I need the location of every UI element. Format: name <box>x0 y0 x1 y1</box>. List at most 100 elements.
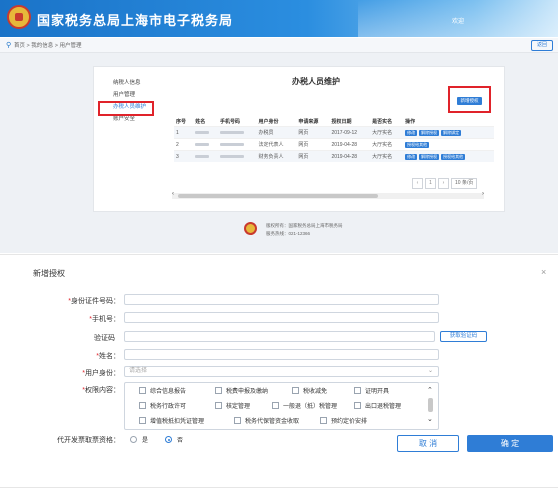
get-code-button[interactable]: 获取验证码 <box>440 331 487 342</box>
cell-identity: 法定代表人 <box>256 138 297 151</box>
cell-realname: 大厅实名 <box>370 138 404 151</box>
invoice-qualification-label: 代开发票取票资格： <box>57 437 120 444</box>
chevron-up-icon[interactable]: ⌃ <box>427 386 433 394</box>
revoke-button[interactable]: 解除授权 <box>419 129 440 136</box>
perm-checkbox[interactable]: 税费申报及缴纳 <box>215 386 268 395</box>
pagination: ‹ 1 › 10 条/页 <box>412 178 478 189</box>
scrollbar-thumb[interactable] <box>178 194 378 198</box>
checkbox-icon[interactable] <box>139 417 146 424</box>
highlight-box-menu <box>98 101 154 116</box>
cell-source: 网页 <box>296 150 330 162</box>
invoice-yes-radio[interactable]: 是 <box>130 435 148 444</box>
permission-label: *权限内容： <box>82 387 120 394</box>
close-icon[interactable]: × <box>541 267 546 277</box>
cancel-button[interactable]: 取 消 <box>397 435 459 452</box>
site-footer: 版权所有：国家税务总局上海市税务局 服务热线：021-12366 <box>0 212 558 253</box>
verification-code-input[interactable] <box>124 331 435 342</box>
verification-code-label: 验证码 <box>94 335 115 342</box>
radio-selected-icon[interactable] <box>165 436 172 443</box>
chevron-down-icon[interactable]: ⌄ <box>427 415 433 423</box>
modify-button[interactable]: 修改 <box>405 153 418 160</box>
invoice-no-radio[interactable]: 否 <box>165 435 183 444</box>
id-number-input[interactable] <box>124 294 439 305</box>
cell-name-redacted <box>193 150 219 162</box>
menu-item-taxpayer-info[interactable]: 纳税人信息 <box>106 77 166 89</box>
cell-phone-redacted <box>218 126 257 139</box>
cell-identity: 办税员 <box>256 126 297 139</box>
checkbox-icon[interactable] <box>320 417 327 424</box>
panel-title: 办税人员维护 <box>292 77 340 86</box>
checkbox-icon[interactable] <box>354 387 361 394</box>
perm-checkbox[interactable]: 预约定价安排 <box>320 416 367 425</box>
footer-hotline: 服务热线：021-12366 <box>266 231 311 236</box>
checkbox-icon[interactable] <box>139 387 146 394</box>
checkbox-icon[interactable] <box>215 387 222 394</box>
col-header: 手机号码 <box>220 119 241 125</box>
confirm-button[interactable]: 确 定 <box>467 435 553 452</box>
horizontal-scrollbar[interactable]: ‹ › <box>172 191 484 199</box>
phone-input[interactable] <box>124 312 439 323</box>
grant-other-button[interactable]: 授权给其他 <box>405 141 430 148</box>
page-number[interactable]: 1 <box>425 178 436 189</box>
revoke-button[interactable]: 解除授权 <box>419 153 440 160</box>
scrollbar-thumb[interactable] <box>428 398 433 412</box>
name-input[interactable] <box>124 349 439 360</box>
cell-source: 网页 <box>296 138 330 151</box>
cell-realname: 大厅实名 <box>370 150 404 162</box>
prev-page-button[interactable]: ‹ <box>412 178 423 189</box>
col-header: 序号 <box>176 119 187 125</box>
checkbox-icon[interactable] <box>215 402 222 409</box>
radio-icon[interactable] <box>130 436 137 443</box>
col-header: 授权日期 <box>331 119 352 125</box>
table-row: 2 法定代表人 网页 2019-04-28 大厅实名 授权给其他 <box>174 138 494 151</box>
scroll-left-icon[interactable]: ‹ <box>172 191 174 197</box>
perm-checkbox[interactable]: 增值税抵扣凭证管理 <box>139 416 204 425</box>
checkbox-icon[interactable] <box>354 402 361 409</box>
id-number-label: *身份证件号码： <box>68 298 120 305</box>
add-authorization-button[interactable]: 新增授权 <box>457 97 482 105</box>
table-row: 3 财务负责人 网页 2019-04-28 大厅实名 修改 解除授权 授权给其他 <box>174 150 494 162</box>
site-title: 国家税务总局上海市电子税务局 <box>37 13 234 28</box>
perm-checkbox[interactable]: 税收减免 <box>292 386 327 395</box>
breadcrumb-bar: ⚲ 首页 > 我的信息 > 用户管理 返回 <box>0 38 558 53</box>
cell-identity: 财务负责人 <box>256 150 297 162</box>
modify-button[interactable]: 修改 <box>405 129 418 136</box>
cell-date: 2019-04-28 <box>329 150 371 162</box>
table-row: 1 办税员 网页 2017-09-12 大厅实名 修改 解除授权 解除绑定 <box>174 126 494 139</box>
cell-phone-redacted <box>218 150 257 162</box>
perm-checkbox[interactable]: 综合信息报告 <box>139 386 186 395</box>
col-header: 姓名 <box>195 119 206 125</box>
perm-checkbox[interactable]: 税务行政许可 <box>139 401 186 410</box>
cell-no: 3 <box>174 150 194 162</box>
dialog-title: 新增授权 <box>33 269 65 278</box>
checkbox-icon[interactable] <box>292 387 299 394</box>
identity-label: *用户身份： <box>82 370 120 377</box>
grant-other-button[interactable]: 授权给其他 <box>441 153 466 160</box>
perm-checkbox[interactable]: 出口退税管理 <box>354 401 401 410</box>
breadcrumb[interactable]: 首页 > 我的信息 > 用户管理 <box>14 41 82 49</box>
scroll-right-icon[interactable]: › <box>482 191 484 197</box>
cell-source: 网页 <box>296 126 330 139</box>
perm-checkbox[interactable]: 税务代保管资金收取 <box>234 416 299 425</box>
page-size-select[interactable]: 10 条/页 <box>451 178 478 189</box>
identity-select[interactable]: 请选择 ⌄ <box>124 366 439 377</box>
next-page-button[interactable]: › <box>438 178 449 189</box>
cell-actions: 修改 解除授权 解除绑定 <box>403 126 494 139</box>
perm-checkbox[interactable]: 证明开具 <box>354 386 389 395</box>
welcome-text: 欢迎 <box>452 19 465 25</box>
checkbox-icon[interactable] <box>139 402 146 409</box>
col-header: 操作 <box>405 119 416 125</box>
site-header: 国家税务总局上海市电子税务局 欢迎 <box>0 0 558 37</box>
tax-emblem-icon <box>7 5 31 29</box>
chevron-down-icon: ⌄ <box>427 368 433 374</box>
perm-checkbox[interactable]: 核定管理 <box>215 401 250 410</box>
agents-table: 序号 姓名 手机号码 用户身份 申请来源 授权日期 是否实名 操作 1 办税员 … <box>174 117 494 162</box>
menu-item-user-management[interactable]: 用户管理 <box>106 89 166 101</box>
checkbox-icon[interactable] <box>272 402 279 409</box>
perm-checkbox[interactable]: 一般退（抵）税管理 <box>272 401 337 410</box>
unbind-button[interactable]: 解除绑定 <box>441 129 462 136</box>
permission-scrollbar[interactable]: ⌃ ⌄ <box>426 384 435 428</box>
back-button[interactable]: 返回 <box>531 40 553 51</box>
checkbox-icon[interactable] <box>234 417 241 424</box>
col-header: 申请来源 <box>298 119 319 125</box>
